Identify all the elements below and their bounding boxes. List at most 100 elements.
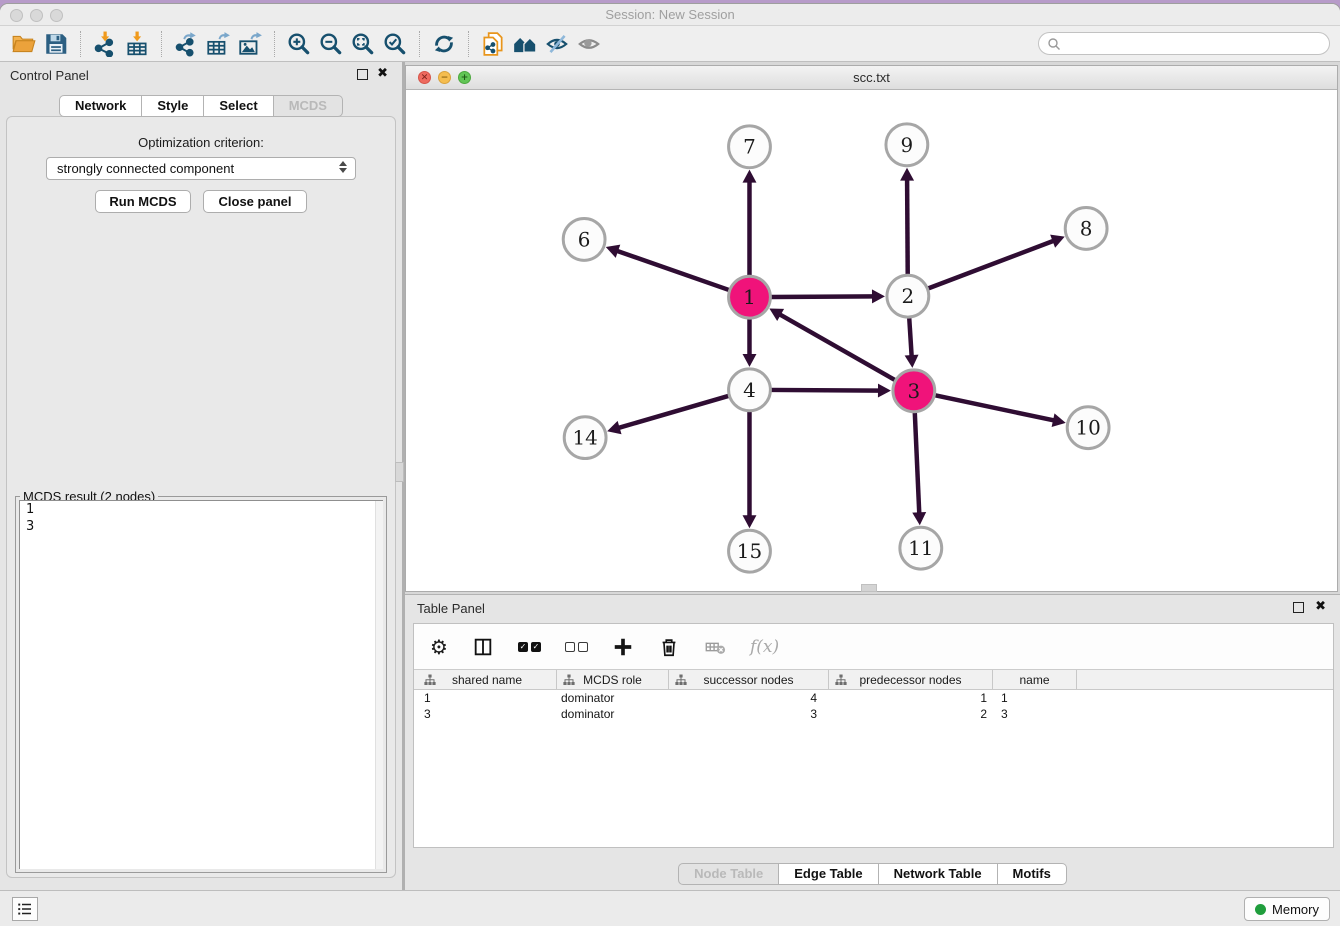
hierarchy-icon bbox=[835, 674, 847, 686]
node-label: 15 bbox=[737, 540, 762, 563]
function-builder-button[interactable]: f(x) bbox=[750, 632, 779, 662]
graph-edge[interactable] bbox=[928, 240, 1055, 288]
hide-annotations-button[interactable] bbox=[541, 29, 573, 59]
select-all-button[interactable]: ✓✓ bbox=[518, 632, 541, 662]
float-panel-icon[interactable] bbox=[357, 69, 368, 80]
zoom-out-button[interactable] bbox=[315, 29, 347, 59]
table-row[interactable]: 1 dominator 4 1 1 bbox=[414, 690, 1333, 706]
checked-box-icon: ✓ bbox=[531, 642, 541, 652]
float-panel-icon[interactable] bbox=[1293, 602, 1304, 613]
graph-edge[interactable] bbox=[907, 178, 908, 275]
graph-edge[interactable] bbox=[935, 395, 1056, 421]
import-table-button[interactable] bbox=[121, 29, 153, 59]
toolbar-separator bbox=[468, 31, 469, 57]
toolbar-separator bbox=[80, 31, 81, 57]
tab-style[interactable]: Style bbox=[142, 95, 204, 117]
tab-node-table[interactable]: Node Table bbox=[678, 863, 779, 885]
search-field[interactable] bbox=[1038, 32, 1330, 55]
zoom-in-icon bbox=[286, 31, 312, 57]
criterion-value: strongly connected component bbox=[57, 161, 234, 176]
floppy-icon bbox=[43, 31, 69, 57]
graph-edge[interactable] bbox=[771, 390, 881, 391]
column-header-shared-name[interactable]: shared name bbox=[418, 670, 557, 689]
duplicate-network-icon bbox=[480, 31, 506, 57]
search-input[interactable] bbox=[1061, 35, 1329, 53]
column-header-predecessor-nodes[interactable]: predecessor nodes bbox=[829, 670, 993, 689]
add-column-button[interactable] bbox=[612, 632, 634, 662]
zoom-selected-icon bbox=[382, 31, 408, 57]
network-window-titlebar: ✕ − + scc.txt bbox=[406, 66, 1337, 90]
edge-arrowhead bbox=[743, 170, 757, 183]
eye-slash-icon bbox=[544, 31, 570, 57]
task-history-button[interactable] bbox=[12, 897, 38, 921]
graph-edge[interactable] bbox=[615, 250, 729, 290]
status-bar: Memory bbox=[0, 890, 1340, 926]
export-image-button[interactable] bbox=[234, 29, 266, 59]
mcds-tab-content: Optimization criterion: strongly connect… bbox=[6, 116, 396, 878]
neighborhood-button[interactable] bbox=[509, 29, 541, 59]
tab-mcds[interactable]: MCDS bbox=[274, 95, 343, 117]
close-panel-button[interactable]: Close panel bbox=[203, 190, 307, 213]
tab-edge-table[interactable]: Edge Table bbox=[779, 863, 878, 885]
import-table-icon bbox=[124, 31, 150, 57]
show-details-button[interactable] bbox=[573, 29, 605, 59]
export-image-icon bbox=[237, 31, 263, 57]
refresh-icon bbox=[431, 31, 457, 57]
graph-edge[interactable] bbox=[909, 318, 912, 358]
node-label: 3 bbox=[907, 380, 920, 403]
unchecked-box-icon bbox=[565, 642, 575, 652]
mcds-result-textarea[interactable]: 1 3 bbox=[19, 500, 383, 869]
export-network-button[interactable] bbox=[170, 29, 202, 59]
save-session-button[interactable] bbox=[40, 29, 72, 59]
splitter-handle[interactable] bbox=[395, 462, 404, 482]
close-panel-icon[interactable]: ✖ bbox=[1315, 599, 1326, 615]
horizontal-splitter-handle[interactable] bbox=[861, 584, 877, 592]
table-panel-tabs: Node Table Edge Table Network Table Moti… bbox=[405, 863, 1340, 885]
zoom-fit-icon bbox=[350, 31, 376, 57]
network-window-title: scc.txt bbox=[406, 70, 1337, 85]
table-panel-header: Table Panel ✖ bbox=[405, 595, 1340, 621]
zoom-in-button[interactable] bbox=[283, 29, 315, 59]
table-settings-button[interactable]: ⚙ bbox=[430, 632, 448, 662]
column-header-mcds-role[interactable]: MCDS role bbox=[557, 670, 669, 689]
delete-column-button[interactable] bbox=[704, 632, 726, 662]
column-header-name[interactable]: name bbox=[993, 670, 1077, 689]
criterion-dropdown[interactable]: strongly connected component bbox=[46, 157, 356, 180]
open-session-button[interactable] bbox=[8, 29, 40, 59]
split-columns-button[interactable] bbox=[472, 632, 494, 662]
graph-edge[interactable] bbox=[771, 296, 875, 297]
run-mcds-button[interactable]: Run MCDS bbox=[95, 190, 191, 213]
export-table-icon bbox=[205, 31, 231, 57]
graph-edge[interactable] bbox=[617, 396, 729, 429]
delete-button[interactable] bbox=[658, 632, 680, 662]
graph-edge[interactable] bbox=[778, 313, 895, 380]
duplicate-network-button[interactable] bbox=[477, 29, 509, 59]
column-header-successor-nodes[interactable]: successor nodes bbox=[669, 670, 829, 689]
zoom-fit-button[interactable] bbox=[347, 29, 379, 59]
node-label: 6 bbox=[578, 228, 591, 251]
tab-motifs[interactable]: Motifs bbox=[998, 863, 1067, 885]
deselect-all-button[interactable] bbox=[565, 632, 588, 662]
table-panel: Table Panel ✖ ⚙ ✓✓ f(x) shared nam bbox=[405, 594, 1340, 890]
memory-button[interactable]: Memory bbox=[1244, 897, 1330, 921]
import-network-button[interactable] bbox=[89, 29, 121, 59]
network-canvas[interactable]: 1234678910111415 bbox=[406, 90, 1337, 591]
toolbar-separator bbox=[274, 31, 275, 57]
zoom-selected-button[interactable] bbox=[379, 29, 411, 59]
app-window: Session: New Session Control Panel bbox=[0, 4, 1340, 926]
tab-network-table[interactable]: Network Table bbox=[879, 863, 998, 885]
table-toolbar: ⚙ ✓✓ f(x) bbox=[414, 624, 1333, 669]
close-panel-icon[interactable]: ✖ bbox=[377, 66, 388, 82]
export-table-button[interactable] bbox=[202, 29, 234, 59]
export-network-icon bbox=[173, 31, 199, 57]
table-panel-title: Table Panel bbox=[417, 601, 485, 616]
apply-layout-button[interactable] bbox=[428, 29, 460, 59]
folder-open-icon bbox=[11, 31, 37, 57]
scrollbar-track[interactable] bbox=[375, 501, 383, 869]
edge-arrowhead bbox=[1052, 413, 1066, 427]
tab-select[interactable]: Select bbox=[204, 95, 273, 117]
graph-edge[interactable] bbox=[915, 413, 920, 516]
tab-network[interactable]: Network bbox=[59, 95, 142, 117]
table-row[interactable]: 3 dominator 3 2 3 bbox=[414, 706, 1333, 722]
result-line: 1 bbox=[20, 501, 383, 518]
